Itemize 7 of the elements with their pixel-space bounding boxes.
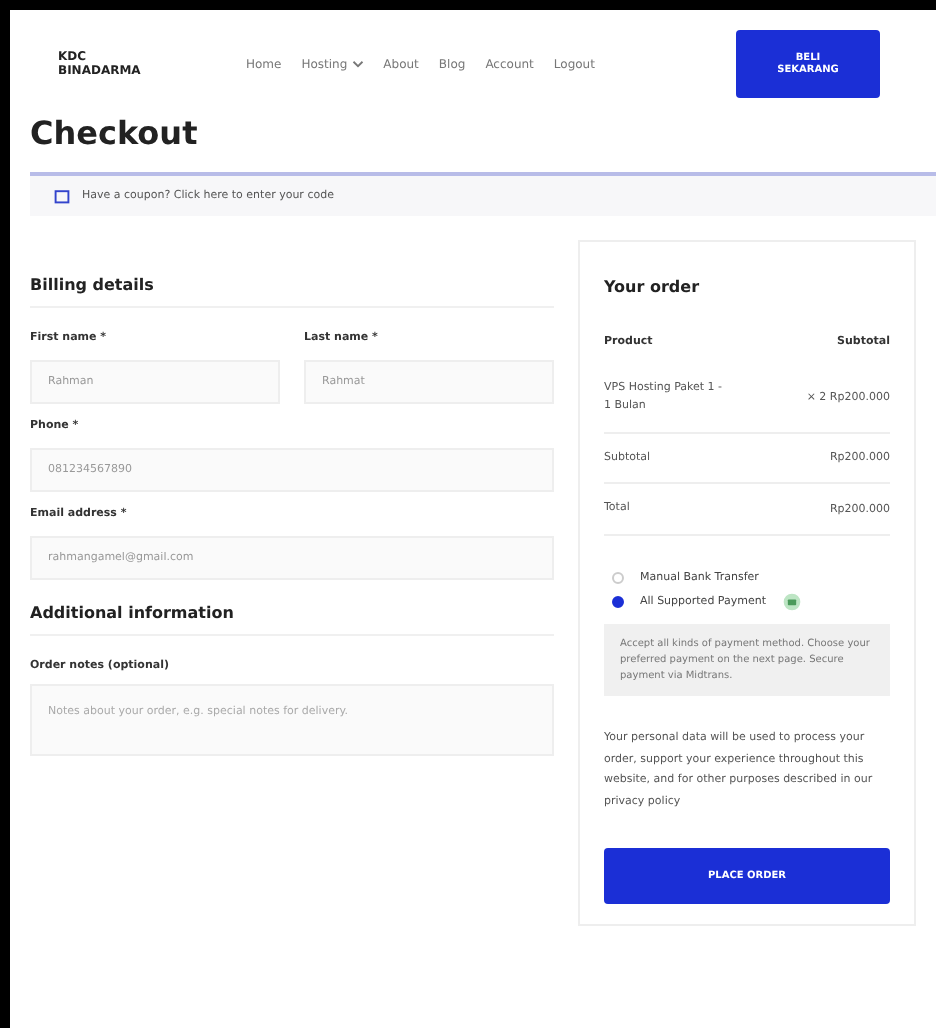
radio-button[interactable]: [612, 596, 624, 609]
wallet-icon: [782, 592, 803, 613]
section-heading: Billing details: [30, 276, 554, 308]
page-title: Checkout: [30, 114, 200, 152]
caret-icon: [351, 60, 364, 68]
section-heading: Your order: [604, 278, 702, 300]
section-heading: Additional information: [30, 604, 554, 636]
